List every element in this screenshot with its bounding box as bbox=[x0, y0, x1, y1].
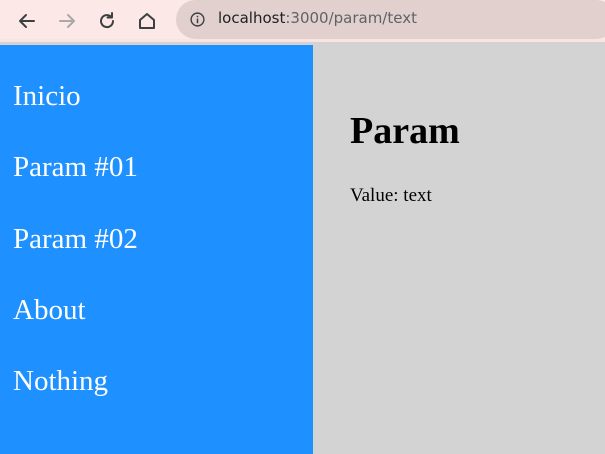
home-button[interactable] bbox=[133, 7, 161, 35]
sidebar-item-nothing[interactable]: Nothing bbox=[13, 367, 108, 396]
browser-toolbar: localhost:3000/param/text bbox=[0, 0, 605, 42]
sidebar-item-param-02[interactable]: Param #02 bbox=[13, 225, 138, 254]
url-path: :3000/param/text bbox=[285, 9, 417, 27]
page-title: Param bbox=[350, 110, 460, 152]
forward-arrow-icon bbox=[59, 14, 75, 28]
param-value-line: Value: text bbox=[350, 186, 432, 205]
sidebar-item-param-01[interactable]: Param #01 bbox=[13, 153, 138, 182]
home-icon bbox=[139, 13, 155, 29]
reload-button[interactable] bbox=[93, 7, 121, 35]
site-info-icon[interactable] bbox=[190, 12, 205, 27]
back-button[interactable] bbox=[13, 7, 41, 35]
main-content: Param Value: text bbox=[313, 45, 605, 454]
url-host: localhost bbox=[218, 9, 286, 27]
sidebar-item-inicio[interactable]: Inicio bbox=[13, 82, 81, 111]
value-label: Value: bbox=[350, 185, 399, 206]
url-text[interactable]: localhost:3000/param/text bbox=[218, 9, 417, 27]
forward-button[interactable] bbox=[53, 7, 81, 35]
sidebar: Inicio Param #01 Param #02 About Nothing bbox=[0, 45, 313, 454]
param-value: text bbox=[403, 185, 432, 206]
back-arrow-icon bbox=[19, 14, 35, 28]
sidebar-item-about[interactable]: About bbox=[13, 296, 86, 325]
reload-icon bbox=[100, 12, 115, 29]
address-bar[interactable]: localhost:3000/param/text bbox=[176, 0, 605, 39]
